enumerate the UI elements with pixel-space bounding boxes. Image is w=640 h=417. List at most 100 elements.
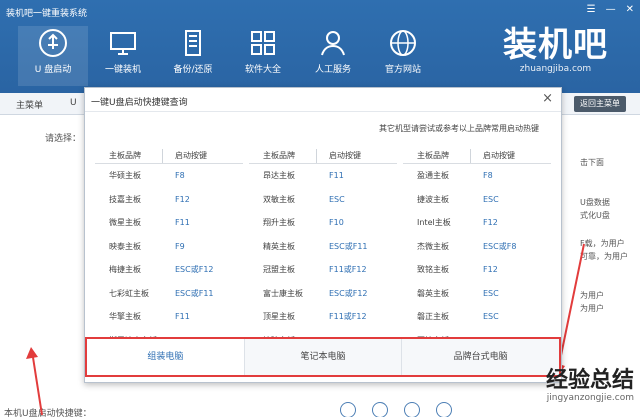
table-row: 双敏主板 ESC xyxy=(249,188,397,212)
nav-label: 人工服务 xyxy=(314,65,351,75)
board-brand: 华硕主板 xyxy=(109,171,141,180)
board-brand: 盈通主板 xyxy=(417,171,449,180)
board-brand: 华擎主板 xyxy=(109,312,141,321)
brand-header: 主板品牌 xyxy=(95,149,163,163)
boot-key: ESC或F11 xyxy=(175,288,214,298)
globe-icon xyxy=(390,30,416,56)
user-icon[interactable] xyxy=(436,402,452,417)
nav-label: 官方网站 xyxy=(384,65,421,75)
boot-key: ESC xyxy=(483,288,499,298)
boot-key: ESC或F11 xyxy=(329,241,368,251)
boot-key: ESC或F12 xyxy=(329,288,368,298)
side-text: U盘数据 xyxy=(580,198,610,207)
key-header: 启动按键 xyxy=(483,151,515,160)
watermark: 经验总结 jingyanzongjie.com xyxy=(546,367,634,403)
tab-device-type[interactable]: 品牌台式电脑 xyxy=(402,339,559,375)
nav-label: 软件大全 xyxy=(244,65,281,75)
server-icon xyxy=(185,30,201,56)
board-brand: 致铭主板 xyxy=(417,265,449,274)
nav-one-click-install[interactable]: 一键装机 xyxy=(88,26,158,86)
table-row: 微星主板 F11 xyxy=(95,211,243,235)
board-brand: 磐正主板 xyxy=(417,312,449,321)
table-row: 磐英主板 ESC xyxy=(403,282,551,306)
breadcrumb-home[interactable]: 主菜单 xyxy=(16,98,43,111)
board-brand: 冠盟主板 xyxy=(263,265,295,274)
close-icon[interactable]: × xyxy=(542,91,553,107)
table-row: 顶星主板 F11或F12 xyxy=(249,305,397,329)
boot-key: ESC xyxy=(329,194,345,204)
table-row: 华擎主板 F11 xyxy=(95,305,243,329)
check-icon[interactable] xyxy=(340,402,356,417)
monitor-icon xyxy=(110,32,136,55)
board-brand: 梅捷主板 xyxy=(109,265,141,274)
breadcrumb-current[interactable]: U xyxy=(70,98,77,108)
board-brand: 映泰主板 xyxy=(109,241,141,251)
tab-device-type[interactable]: 组装电脑 xyxy=(87,339,245,375)
annotation-arrow-left xyxy=(26,347,43,416)
board-brand: Intel主板 xyxy=(417,218,451,227)
brand-header: 主板品牌 xyxy=(403,149,471,163)
key-header: 启动按键 xyxy=(175,151,207,160)
app-header: 装机吧一键重装系统 ☰ — ✕ U 盘启动 一键装机 备份/还原 软件大全 人工… xyxy=(0,0,640,93)
nav-usb-boot[interactable]: U 盘启动 xyxy=(18,26,88,86)
board-brand: 翔升主板 xyxy=(263,218,295,227)
boot-key: F11或F12 xyxy=(329,265,367,274)
boot-key: F10 xyxy=(329,218,344,227)
nav-label: 备份/还原 xyxy=(173,65,213,75)
board-brand: 精英主板 xyxy=(263,241,295,251)
dialog-header: 一键U盘启动快捷键查询 × xyxy=(85,88,561,112)
table-row: 华硕主板 F8 xyxy=(95,164,243,188)
brand-column: 主板品牌 启动按键 华硕主板 F8 技嘉主板 F12 微星主板 F11 映泰主板 F9 梅捷主板 ES… xyxy=(95,149,243,352)
brand-column: 主板品牌 启动按键 昂达主板 F11 双敏主板 ESC 翔升主板 F10 精英主板 ESC或F11… xyxy=(249,149,397,352)
boot-key: ESC xyxy=(483,312,499,321)
table-row: 冠盟主板 F11或F12 xyxy=(249,258,397,282)
board-brand: 双敏主板 xyxy=(263,194,295,204)
column-header: 主板品牌 启动按键 xyxy=(95,149,243,164)
select-label: 请选择： xyxy=(45,134,82,144)
dialog-title: 一键U盘启动快捷键查询 xyxy=(91,98,188,108)
return-main-menu-button[interactable]: 返回主菜单 xyxy=(574,96,626,112)
board-brand: 昂达主板 xyxy=(263,171,295,180)
hotkey-table: 主板品牌 启动按键 华硕主板 F8 技嘉主板 F12 微星主板 F11 映泰主板 F9 梅捷主板 ES… xyxy=(95,149,551,352)
tab-device-type[interactable]: 笔记本电脑 xyxy=(245,339,403,375)
table-row: 捷波主板 ESC xyxy=(403,188,551,212)
board-brand: 七彩虹主板 xyxy=(109,288,149,298)
nav-official-site[interactable]: 官方网站 xyxy=(368,26,438,86)
nav-software[interactable]: 软件大全 xyxy=(228,26,298,86)
app-title: 装机吧一键重装系统 xyxy=(6,9,88,19)
nav-label: U 盘启动 xyxy=(34,65,72,75)
nav-manual-service[interactable]: 人工服务 xyxy=(298,26,368,86)
board-brand: 微星主板 xyxy=(109,218,141,227)
side-text: 击下面 xyxy=(580,158,604,167)
table-row: 七彩虹主板 ESC或F11 xyxy=(95,282,243,306)
main-nav: U 盘启动 一键装机 备份/还原 软件大全 人工服务 官方网站 xyxy=(18,26,438,86)
close-window-icon[interactable]: ✕ xyxy=(626,4,634,15)
boot-key: F12 xyxy=(483,218,498,227)
hotkey-query-dialog: 一键U盘启动快捷键查询 × 其它机型请尝试或参考以上品牌常用启动热键 主板品牌 启… xyxy=(84,87,562,383)
table-row: 致铭主板 F12 xyxy=(403,258,551,282)
dialog-note: 其它机型请尝试或参考以上品牌常用启动热键 xyxy=(379,124,539,133)
table-row: 精英主板 ESC或F11 xyxy=(249,235,397,259)
nav-backup-restore[interactable]: 备份/还原 xyxy=(158,26,228,86)
brand-name: 装机吧 xyxy=(503,25,608,65)
grid-icon xyxy=(251,31,275,55)
boot-key: F11 xyxy=(175,218,190,227)
table-row: 杰微主板 ESC或F8 xyxy=(403,235,551,259)
board-brand: 捷波主板 xyxy=(417,194,449,204)
brand-logo: 装机吧 zhuangjiba.com xyxy=(503,26,608,74)
window-controls: ☰ — ✕ xyxy=(587,4,634,15)
menu-icon[interactable]: ☰ xyxy=(587,4,596,15)
board-brand: 顶星主板 xyxy=(263,312,295,321)
board-brand: 技嘉主板 xyxy=(109,194,141,204)
device-type-tabs: 组装电脑 笔记本电脑 品牌台式电脑 xyxy=(85,337,561,377)
key-header: 启动按键 xyxy=(329,151,361,160)
boot-key: ESC或F8 xyxy=(483,241,517,251)
table-row: 昂达主板 F11 xyxy=(249,164,397,188)
minimize-icon[interactable]: — xyxy=(606,4,616,15)
boot-key: F8 xyxy=(175,171,185,180)
boot-key: F12 xyxy=(483,265,498,274)
table-row: 梅捷主板 ESC或F12 xyxy=(95,258,243,282)
boot-key: ESC xyxy=(483,194,499,204)
settings-icon[interactable] xyxy=(404,402,420,417)
upload-icon[interactable] xyxy=(372,402,388,417)
